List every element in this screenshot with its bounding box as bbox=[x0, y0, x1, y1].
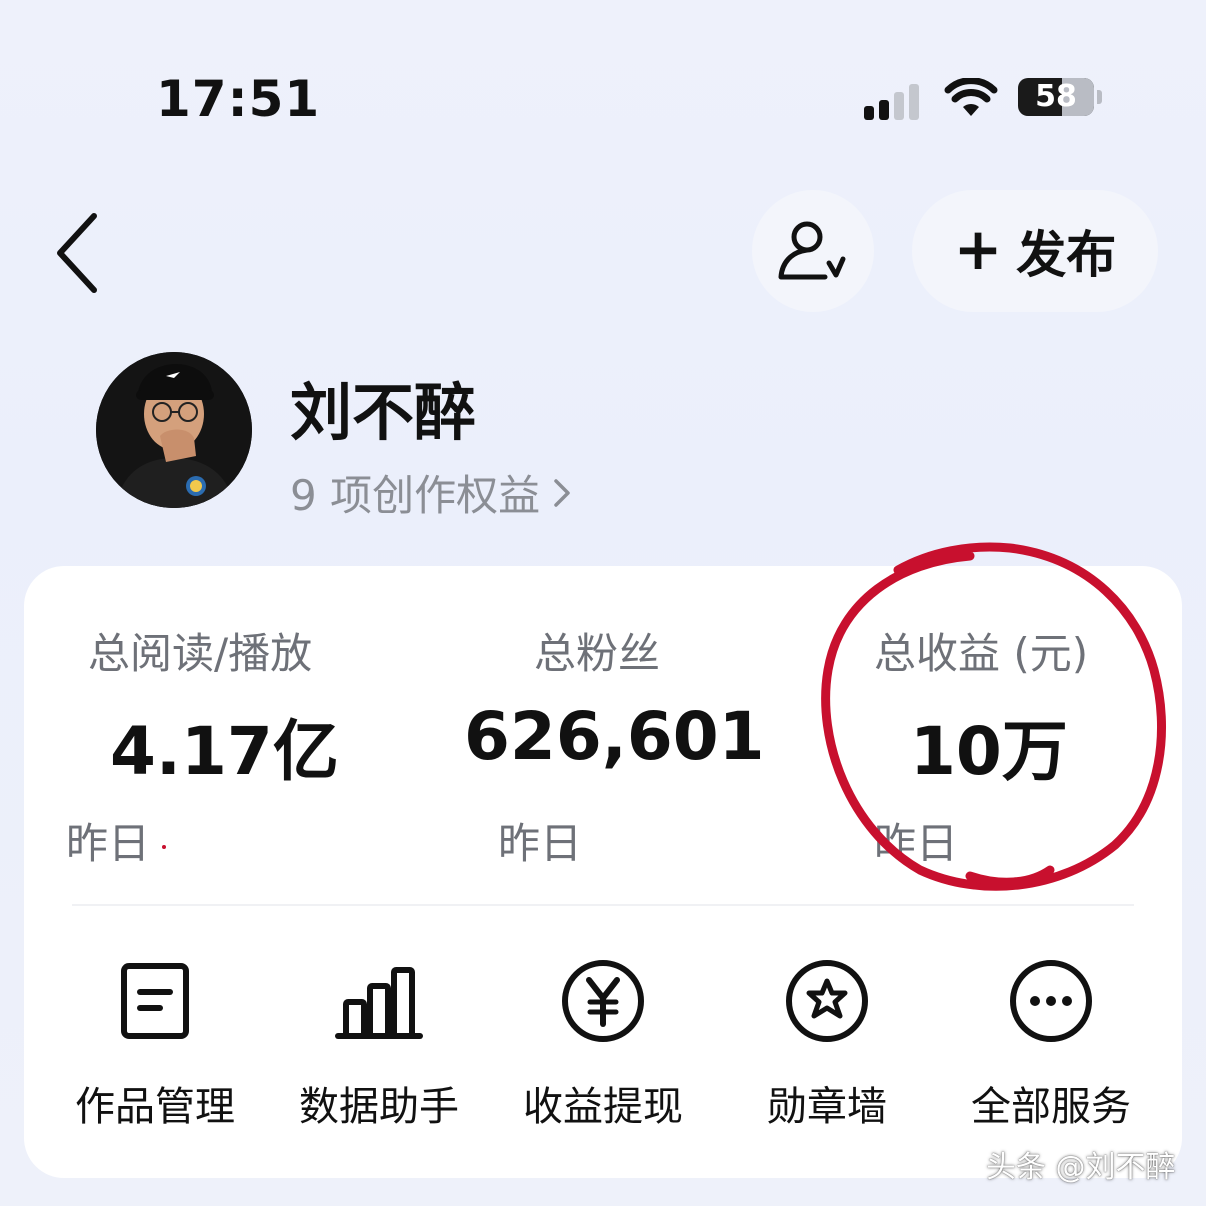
red-dot bbox=[162, 844, 167, 849]
bar-chart-icon bbox=[335, 967, 423, 1039]
chevron-right-icon bbox=[554, 478, 570, 507]
service-label: 作品管理 bbox=[75, 1084, 235, 1130]
status-time: 17:51 bbox=[156, 70, 321, 128]
service-all-services[interactable]: 全部服务 bbox=[956, 956, 1146, 1136]
battery-level: 58 bbox=[1035, 79, 1077, 114]
yen-circle-icon bbox=[562, 960, 644, 1042]
stat-label: 总收益 (元) bbox=[874, 629, 1089, 678]
avatar[interactable] bbox=[96, 352, 252, 508]
stat-value: 10万 bbox=[910, 713, 1068, 790]
more-circle-icon bbox=[1010, 960, 1092, 1042]
creator-stats-card: 总阅读/播放 4.17亿 昨日 总粉丝 626,601 昨日 总收益 (元) 1… bbox=[24, 566, 1182, 1178]
stat-value: 4.17亿 bbox=[110, 713, 339, 790]
service-medal-wall[interactable]: 勋章墙 bbox=[732, 956, 922, 1136]
creator-rights-link[interactable]: 9 项创作权益 bbox=[290, 462, 574, 523]
profile-name: 刘不醉 bbox=[290, 376, 477, 449]
medal-star-icon bbox=[786, 960, 868, 1042]
publish-button[interactable]: + 发布 bbox=[912, 190, 1158, 312]
service-earnings-withdraw[interactable]: 收益提现 bbox=[508, 956, 698, 1136]
divider bbox=[72, 904, 1134, 906]
back-button[interactable] bbox=[48, 208, 118, 298]
publish-label: 发布 bbox=[1016, 226, 1117, 284]
service-label: 收益提现 bbox=[523, 1084, 683, 1130]
service-label: 数据助手 bbox=[299, 1084, 459, 1130]
wifi-icon bbox=[944, 78, 998, 116]
service-label: 勋章墙 bbox=[767, 1084, 887, 1130]
service-data-assistant[interactable]: 数据助手 bbox=[284, 956, 474, 1136]
service-label: 全部服务 bbox=[971, 1084, 1131, 1130]
stat-yesterday-label: 昨日 bbox=[66, 819, 151, 868]
stat-yesterday: 昨日 bbox=[498, 819, 583, 868]
stat-label: 总阅读/播放 bbox=[88, 629, 313, 678]
stat-value: 626,601 bbox=[464, 698, 765, 775]
user-check-icon bbox=[778, 221, 846, 280]
chevron-left-icon bbox=[57, 213, 97, 293]
stat-yesterday: 昨日 bbox=[66, 810, 167, 871]
stat-label: 总粉丝 bbox=[534, 629, 661, 678]
battery-icon: 58 bbox=[1018, 78, 1094, 116]
creator-rights-label: 9 项创作权益 bbox=[290, 471, 541, 520]
avatar-image bbox=[96, 352, 252, 508]
watermark: 头条 @刘不醉 bbox=[986, 1150, 1176, 1185]
plus-icon: + bbox=[953, 215, 1003, 283]
stat-yesterday: 昨日 bbox=[874, 819, 959, 868]
service-works-management[interactable]: 作品管理 bbox=[60, 956, 250, 1136]
status-icons: 58 bbox=[860, 76, 1110, 120]
document-icon bbox=[121, 963, 189, 1039]
follow-manage-button[interactable] bbox=[752, 190, 874, 312]
